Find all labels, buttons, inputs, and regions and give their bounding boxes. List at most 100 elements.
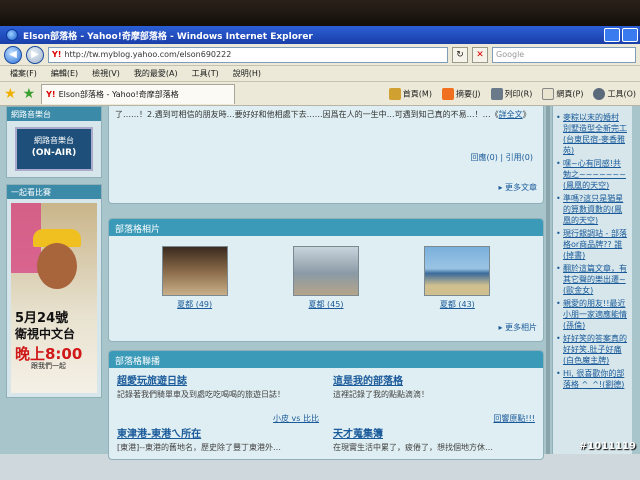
right-list-item[interactable]: 現行銀調站 - 部落格or商品牌?? 誰(掉書) <box>556 228 628 261</box>
photos-title: 部落格相片 <box>109 219 543 236</box>
page-icon <box>542 87 555 100</box>
blogroll-title: 部落格聯播 <box>109 351 543 368</box>
stop-icon[interactable]: ✕ <box>472 46 488 63</box>
window-title: Elson部落格 - Yahoo!奇摩部落格 - Windows Interne… <box>23 31 313 42</box>
window-controls <box>604 28 640 42</box>
address-bar[interactable]: Y! http://tw.myblog.yahoo.com/elson69022… <box>48 46 448 63</box>
right-list-item[interactable]: Hi, 很喜歡你的部落格 ^_^!(劉德) <box>556 368 628 390</box>
blogroll-item-desc: 這裡記錄了我的點點滴滴！ <box>333 390 429 399</box>
article-box: 了……！2.遇到可相信的朋友時…要好好和他相處下去……因爲在人的一生中…可遇到知… <box>108 106 544 204</box>
poster-date: 5月24號 <box>15 311 69 326</box>
photos-box: 部落格相片 夏都 (49) 夏都 (45) 夏都 (43) ▸ 更多相片 <box>108 218 544 342</box>
photo-watermark: #1011119 <box>578 441 636 452</box>
photo-item[interactable]: 夏都 (45) <box>292 246 359 310</box>
more-articles-link[interactable]: ▸ 更多文章 <box>498 182 537 193</box>
yahoo-favicon: Y! <box>52 50 62 59</box>
menu-file[interactable]: 檔案(F) <box>10 68 37 79</box>
monitor-bezel <box>0 0 640 28</box>
add-favorite-icon[interactable]: ★ <box>23 86 36 102</box>
radio-subtitle: (ON-AIR) <box>31 148 77 158</box>
photo-thumbnail[interactable] <box>424 246 491 296</box>
gear-icon <box>593 87 606 100</box>
photo-item[interactable]: 夏都 (49) <box>161 246 228 310</box>
search-input[interactable]: Google <box>492 46 636 63</box>
right-list-item[interactable]: 麥粽以末的婚村 別墅造型全新完工(台東民宿-麥香雅苑) <box>556 112 628 156</box>
menu-bar: 檔案(F) 編輯(E) 檢視(V) 我的最愛(A) 工具(T) 說明(H) <box>0 66 640 82</box>
poster-face <box>37 243 77 289</box>
menu-help[interactable]: 說明(H) <box>233 68 261 79</box>
favorites-star-icon[interactable]: ★ <box>4 86 17 102</box>
blogroll-box: 部落格聯播 超愛玩旅遊日誌 記錄著我們騎單車及到處吃吃喝喝的旅遊日誌！ 小皮 v… <box>108 350 544 460</box>
menu-favorites[interactable]: 我的最愛(A) <box>134 68 178 79</box>
poster-sub: 跟我們一起 <box>31 362 66 370</box>
tv-poster[interactable]: 5月24號 衛視中文台 晚上8:00 跟我們一起 <box>11 203 97 393</box>
right-list-item[interactable]: 嘿~心有同感!共勉之~~~~~~~(鳳凰的天空) <box>556 158 628 191</box>
minimize-button[interactable] <box>604 28 620 42</box>
printer-icon <box>490 87 503 100</box>
blogroll-item-title[interactable]: 這是我的部落格 <box>333 372 535 387</box>
print-button[interactable]: 列印(R) <box>490 87 532 100</box>
game-widget-title: 一起看比賽 <box>7 185 101 199</box>
page-button[interactable]: 網頁(P) <box>542 87 583 100</box>
music-widget-title: 網路音樂台 <box>7 107 101 121</box>
blogroll-item-title[interactable]: 東津港-東港ㄟ所在 <box>117 425 319 440</box>
right-list-item[interactable]: 好好笑的答案真的好好笑.肚子好痛(白色魔主牌) <box>556 333 628 366</box>
menu-edit[interactable]: 編輯(E) <box>51 68 78 79</box>
radio-banner[interactable]: 網路音樂台 (ON-AIR) <box>15 127 93 171</box>
right-list-item[interactable]: 準嗎?這只是猶星的算數資數的(鳳凰的天空) <box>556 193 628 226</box>
right-list-item[interactable]: 翻於這篇文章，有其它聲的樂出遷~(歐金女) <box>556 263 628 296</box>
main-column: 了……！2.遇到可相信的朋友時…要好好和他相處下去……因爲在人的一生中…可遇到知… <box>108 106 544 460</box>
blogroll-item: 東津港-東港ㄟ所在 [東港]--東港的舊地名，歷史除了豐丁東港外… <box>117 425 319 466</box>
photo-caption[interactable]: 夏都 (43) <box>424 299 490 310</box>
blogroll-list: 超愛玩旅遊日誌 記錄著我們騎單車及到處吃吃喝喝的旅遊日誌！ 小皮 vs 比比 這… <box>109 368 543 470</box>
radio-title: 網路音樂台 <box>34 136 74 145</box>
blogroll-item-desc: 記錄著我們騎單車及到處吃吃喝喝的旅遊日誌！ <box>117 390 285 399</box>
tab-current[interactable]: Y! Elson部落格 - Yahoo!奇摩部落格 <box>41 83 236 104</box>
feeds-button[interactable]: 摘要(J) <box>441 87 481 100</box>
photo-thumbnail[interactable] <box>161 246 228 296</box>
trackback-link[interactable]: 引用(0) <box>506 153 533 162</box>
more-photos-link[interactable]: ▸ 更多相片 <box>498 322 537 333</box>
photo-caption[interactable]: 夏都 (45) <box>293 299 359 310</box>
full-article-link[interactable]: 詳全文 <box>499 110 523 119</box>
replies-link[interactable]: 回應(0) <box>471 153 498 162</box>
refresh-icon[interactable]: ↻ <box>452 46 468 63</box>
game-widget: 一起看比賽 5月24號 衛視中文台 晚上8:00 跟我們一起 <box>6 184 102 398</box>
home-icon <box>388 87 401 100</box>
article-meta: 回應(0) | 引用(0) <box>470 153 533 162</box>
yahoo-favicon: Y! <box>46 89 56 99</box>
tab-label: Elson部落格 - Yahoo!奇摩部落格 <box>58 89 179 99</box>
poster-channel: 衛視中文台 <box>15 327 76 341</box>
home-button[interactable]: 首頁(M) <box>388 87 432 100</box>
photo-list: 夏都 (49) 夏都 (45) 夏都 (43) <box>109 236 543 310</box>
ie-icon <box>6 29 18 41</box>
blogroll-item-author[interactable]: 回響原點!!! <box>333 413 535 425</box>
back-icon[interactable]: ◀ <box>4 45 22 64</box>
tools-button[interactable]: 工具(O) <box>593 87 636 100</box>
blogroll-item-title[interactable]: 天才蒐集簿 <box>333 425 535 440</box>
article-excerpt: 了……！2.遇到可相信的朋友時…要好好和他相處下去……因爲在人的一生中…可遇到知… <box>115 110 531 119</box>
address-url: http://tw.myblog.yahoo.com/elson690222 <box>64 50 232 59</box>
blogroll-item-desc: 在現實生活中累了，疲倦了，想找個地方休… <box>333 443 493 452</box>
menu-tools[interactable]: 工具(T) <box>192 68 219 79</box>
tab-row: ★ ★ Y! Elson部落格 - Yahoo!奇摩部落格 首頁(M) 摘要(J… <box>0 82 640 106</box>
right-list-item[interactable]: 親愛的朋友!!最近小朋一家適應能情(孫倫) <box>556 298 628 331</box>
blogroll-item: 超愛玩旅遊日誌 記錄著我們騎單車及到處吃吃喝喝的旅遊日誌！ 小皮 vs 比比 <box>117 372 319 425</box>
page-scrollbar[interactable] <box>546 106 550 454</box>
maximize-button[interactable] <box>622 28 638 42</box>
left-sidebar: 網路音樂台 網路音樂台 (ON-AIR) 一起看比賽 5月24號 衛視中文台 晚… <box>6 106 102 454</box>
blogroll-item-author[interactable]: 小皮 vs 比比 <box>117 413 319 425</box>
forward-icon[interactable]: ▶ <box>26 45 44 64</box>
music-widget: 網路音樂台 網路音樂台 (ON-AIR) <box>6 106 102 178</box>
window-titlebar: Elson部落格 - Yahoo!奇摩部落格 - Windows Interne… <box>0 26 640 44</box>
blog-page: 網路音樂台 網路音樂台 (ON-AIR) 一起看比賽 5月24號 衛視中文台 晚… <box>0 106 640 460</box>
blogroll-item: 這是我的部落格 這裡記錄了我的點點滴滴！ 回響原點!!! <box>333 372 535 425</box>
blogroll-item-desc: [東港]--東港的舊地名，歷史除了豐丁東港外… <box>117 443 282 452</box>
blogroll-item-title[interactable]: 超愛玩旅遊日誌 <box>117 372 319 387</box>
rss-icon <box>441 87 454 100</box>
photo-item[interactable]: 夏都 (43) <box>424 246 491 310</box>
photo-caption[interactable]: 夏都 (49) <box>162 299 228 310</box>
photo-thumbnail[interactable] <box>292 246 359 296</box>
menu-view[interactable]: 檢視(V) <box>92 68 120 79</box>
blogroll-item: 天才蒐集簿 在現實生活中累了，疲倦了，想找個地方休… <box>333 425 535 466</box>
